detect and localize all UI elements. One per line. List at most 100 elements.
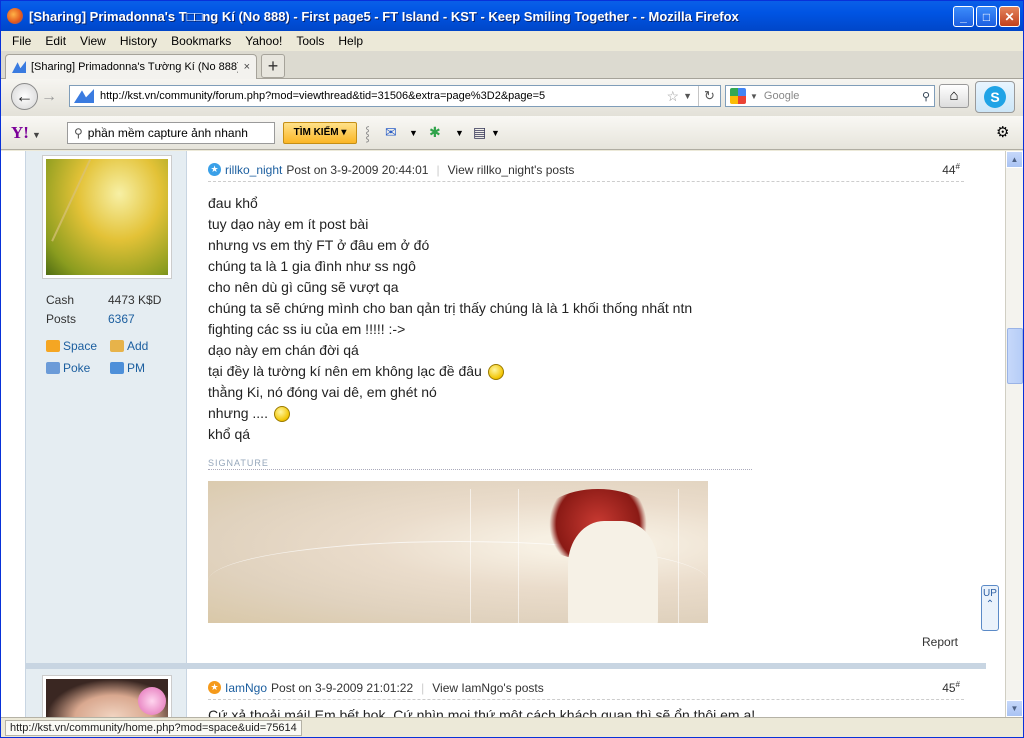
post-header: ★ rillko_night Post on 3-9-2009 20:44:01… [208,158,964,182]
view-author-posts-link[interactable]: View IamNgo's posts [432,681,543,695]
search-engine-dropdown-icon[interactable]: ▼ [750,92,758,101]
tab-label: [Sharing] Primadonna's Tường Kí (No 888)… [31,61,238,73]
report-link[interactable]: Report [922,635,958,649]
menu-history[interactable]: History [120,34,157,48]
smiley-icon [273,406,290,423]
toolbar-divider-icon: ⸾ [365,125,371,141]
vertical-scrollbar[interactable]: ▲ ▼ [1005,151,1023,717]
search-placeholder[interactable]: Google [764,90,922,102]
add-friend-link[interactable]: Add [110,335,174,357]
message-line: fighting các ss iu của em !!!!! :-> [208,321,406,337]
post-number[interactable]: 45# [942,680,960,695]
post-author-link[interactable]: rillko_night [225,163,282,177]
url-bar[interactable]: http://kst.vn/community/forum.php?mod=vi… [69,85,721,107]
menu-help[interactable]: Help [338,34,363,48]
post-message: Cứ xả thoải mái! Em bết hok..Cứ nhìn mọi… [208,707,756,717]
post-number[interactable]: 44# [942,162,960,177]
reload-icon[interactable]: ↻ [698,86,720,106]
minimize-button[interactable]: _ [953,6,974,27]
post-number-value: 44 [942,163,956,177]
url-dropdown-icon[interactable]: ▼ [683,91,692,101]
url-text[interactable]: http://kst.vn/community/forum.php?mod=vi… [100,90,667,102]
site-favicon-icon [12,61,26,73]
apps-dropdown-icon[interactable]: ▼ [455,128,464,138]
envelope-icon [110,362,124,374]
gear-icon[interactable]: ⚙ [996,123,1009,141]
yahoo-dropdown-icon[interactable]: ▼ [32,130,41,140]
forward-button[interactable]: → [41,88,57,106]
view-author-posts-link[interactable]: View rillko_night's posts [448,163,575,177]
tab-close-icon[interactable]: × [244,61,250,73]
grin-smiley-icon [487,364,504,381]
scroll-up-arrow-icon[interactable]: ▲ [1006,151,1023,168]
post-message: đau khổ tuy dạo này em ít post bài nhưng… [208,193,692,445]
firefox-window: [Sharing] Primadonna's T□□ng Kí (No 888)… [0,0,1024,738]
title-bar: [Sharing] Primadonna's T□□ng Kí (No 888)… [1,1,1023,31]
menu-edit[interactable]: Edit [45,34,66,48]
yahoo-search-value[interactable]: phần mềm capture ảnh nhanh [88,126,248,140]
new-tab-button[interactable]: + [261,54,285,78]
google-icon[interactable] [730,88,746,104]
home-button[interactable]: ⌂ [939,84,969,108]
tab-active[interactable]: [Sharing] Primadonna's Tường Kí (No 888)… [5,54,257,79]
message-line: tuy dạo này em ít post bài [208,216,369,232]
posts-count-link[interactable]: 6367 [108,312,135,326]
author-links: Space Add Poke PM [46,335,174,379]
post-number-value: 45 [942,681,956,695]
forum-thread: Cash 4473 K$D Posts 6367 Space Add Poke PM… [25,151,986,717]
scroll-to-top-button[interactable]: UP ⌃ [981,585,999,631]
menu-bookmarks[interactable]: Bookmarks [171,34,231,48]
page-content: Cash 4473 K$D Posts 6367 Space Add Poke PM… [1,151,1023,717]
tab-bar: [Sharing] Primadonna's Tường Kí (No 888)… [1,51,1023,79]
bookmark-star-icon[interactable]: ☆ [667,88,680,105]
menu-yahoo[interactable]: Yahoo! [245,34,282,48]
skype-button[interactable]: S [975,81,1015,113]
close-window-button[interactable]: ✕ [999,6,1020,27]
search-magnifier-icon[interactable]: ⚲ [922,90,930,103]
avatar[interactable] [43,156,171,278]
navigation-bar: ← → http://kst.vn/community/forum.php?mo… [1,79,1023,116]
online-star-icon: ★ [208,681,221,694]
yahoo-search-button[interactable]: TÌM KIẾM ▾ [283,122,357,144]
divider: | [436,162,440,177]
poke-link[interactable]: Poke [46,357,110,379]
handshake-icon [110,340,124,352]
mail-icon[interactable]: ✉ [385,124,397,141]
menu-view[interactable]: View [80,34,106,48]
add-label: Add [127,339,149,353]
firefox-icon [7,8,23,24]
poke-icon [46,362,60,374]
maximize-button[interactable]: □ [976,6,997,27]
apps-icon[interactable]: ✱ [429,124,441,141]
search-icon: ⚲ [74,126,83,140]
scroll-down-arrow-icon[interactable]: ▼ [1006,700,1023,717]
post-date: Post on 3-9-2009 20:44:01 [286,162,429,177]
clipboard-icon[interactable]: ▤ [473,124,486,141]
menu-file[interactable]: File [12,34,31,48]
search-bar[interactable]: ▼ Google ⚲ [725,85,935,107]
post-header: ★ IamNgo Post on 3-9-2009 21:01:22 | Vie… [208,676,964,700]
stat-label: Cash [46,293,75,307]
yahoo-logo-text: Y! [11,123,29,142]
message-line: thằng Ki, nó đóng vai dê, em ghét nó [208,384,437,400]
avatar[interactable] [43,676,171,717]
signature-label: SIGNATURE [208,458,752,470]
pm-link[interactable]: PM [110,357,174,379]
menu-tools[interactable]: Tools [296,34,324,48]
post-author-link[interactable]: IamNgo [225,681,267,695]
message-line: chúng ta sẽ chứng mình cho ban qản trị t… [208,300,693,316]
online-star-icon: ★ [208,163,221,176]
yahoo-logo[interactable]: Y! ▼ [11,123,41,143]
window-title: [Sharing] Primadonna's T□□ng Kí (No 888)… [29,8,739,24]
yahoo-search-input[interactable]: ⚲ phần mềm capture ảnh nhanh [67,122,275,144]
message-line-smiley: tại đềy là tường kí nên em không lạc đề … [208,361,692,382]
pm-label: PM [127,361,145,375]
mail-dropdown-icon[interactable]: ▼ [409,128,418,138]
clipboard-dropdown-icon[interactable]: ▼ [491,128,500,138]
skype-icon: S [984,86,1006,108]
space-link[interactable]: Space [46,335,110,357]
message-line: đau khổ [208,195,258,211]
back-button[interactable]: ← [11,83,38,110]
space-label: Space [63,339,98,353]
scrollbar-thumb[interactable] [1007,328,1023,384]
